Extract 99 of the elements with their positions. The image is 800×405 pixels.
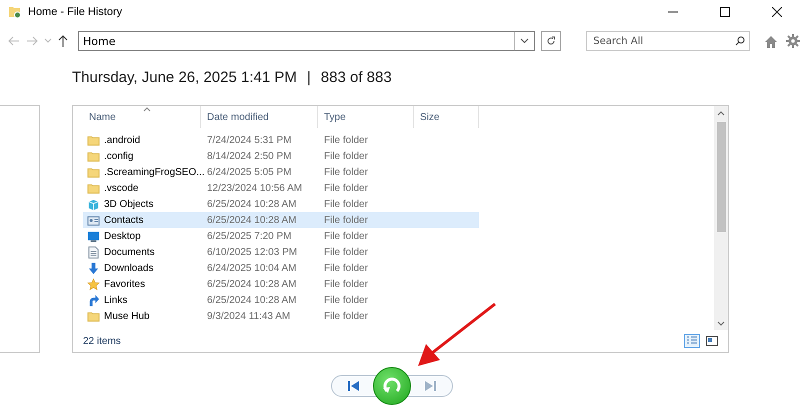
download-arrow-icon [87,262,100,274]
type-cell-text: File folder [323,278,369,290]
type-cell-text: File folder [323,166,369,178]
date-cell-text: 12/23/2024 10:56 AM [206,182,304,194]
file-name: 3D Objects [104,198,154,210]
address-field[interactable]: Home [79,34,514,48]
file-row[interactable]: Documents 6/10/2025 12:03 PM File folder [83,244,479,260]
date-cell-text: 6/25/2024 10:28 AM [206,198,298,210]
snapshot-date: Thursday, June 26, 2025 1:41 PM [72,69,297,86]
settings-button[interactable] [786,34,800,48]
search-box[interactable]: Search All [586,31,750,51]
date-cell-text: 6/25/2024 10:28 AM [206,294,298,306]
file-row[interactable]: Desktop 6/25/2025 7:20 PM File folder [83,228,479,244]
date-cell-text: 8/14/2024 2:50 PM [206,150,293,162]
item-count: 22 items [83,336,121,346]
file-name: .ScreamingFrogSEO... [104,166,205,178]
shortcut-arrow-icon [87,294,100,306]
tiles-icon [706,336,718,346]
refresh-button[interactable] [541,31,562,51]
folder-icon [87,134,100,146]
next-version-button[interactable] [407,375,453,397]
file-row[interactable]: Downloads 6/24/2025 10:04 AM File folder [83,260,479,276]
address-bar[interactable]: Home [78,31,536,51]
date-cell-text: 6/25/2024 10:28 AM [206,278,298,290]
type-cell-text: File folder [323,246,369,258]
skip-back-icon [348,381,360,391]
file-row[interactable]: Favorites 6/25/2024 10:28 AM File folder [83,276,479,292]
date-cell-text: 6/24/2025 10:04 AM [206,262,298,274]
skip-forward-icon [424,381,436,391]
sort-caret-icon [143,107,151,112]
file-row[interactable]: Contacts 6/25/2024 10:28 AM File folder [83,212,479,228]
type-cell-text: File folder [323,310,369,322]
file-name: Contacts [104,214,144,226]
file-name: Muse Hub [104,310,150,322]
maximize-icon [720,7,730,17]
scroll-down-icon[interactable] [717,320,725,326]
file-name: Desktop [104,230,141,242]
refresh-icon [546,36,556,46]
type-cell-text: File folder [323,214,369,226]
folder-icon [87,310,100,322]
contact-card-icon [87,214,100,226]
file-name: Links [104,294,128,306]
up-button[interactable] [58,35,68,47]
separator: | [306,69,311,86]
home-button[interactable] [764,34,778,48]
scrollbar-thumb[interactable] [716,122,726,232]
column-header[interactable]: Type [318,106,414,128]
scroll-up-icon[interactable] [717,110,725,116]
type-cell-text: File folder [323,262,369,274]
forward-arrow-icon [26,36,38,46]
date-cell-text: 6/10/2025 12:03 PM [206,246,298,258]
up-arrow-icon [58,35,68,47]
folder-icon [87,182,100,194]
star-icon [87,278,100,290]
column-header[interactable]: Size [414,106,479,128]
details-view-button[interactable] [684,334,700,348]
desktop-icon [87,230,100,242]
file-row[interactable]: 3D Objects 6/25/2024 10:28 AM File folder [83,196,479,212]
document-icon [87,246,100,258]
scrollbar[interactable] [714,106,728,330]
snapshot-position: 883 of 883 [320,69,392,86]
file-row[interactable]: Muse Hub 9/3/2024 11:43 AM File folder [83,308,479,324]
type-cell-text: File folder [323,150,369,162]
date-cell-text: 6/25/2024 10:28 AM [206,214,298,226]
window-title: Home - File History [28,6,122,18]
caret-icon [520,38,530,44]
previous-version-button[interactable] [331,375,377,397]
file-name: Documents [104,246,155,258]
restore-button[interactable] [373,367,411,405]
date-cell-text: 7/24/2024 5:31 PM [206,134,293,146]
type-cell-text: File folder [323,198,369,210]
tiles-view-button[interactable] [704,334,720,348]
folder-icon [87,150,100,162]
file-row[interactable]: .config 8/14/2024 2:50 PM File folder [83,148,479,164]
caret-icon [44,38,52,44]
type-cell-text: File folder [323,182,369,194]
type-cell-text: File folder [323,294,369,306]
details-list-icon [686,336,698,346]
file-name: Favorites [104,278,146,290]
file-name: .config [104,150,134,162]
column-header[interactable]: Name [83,106,201,128]
date-cell-text: 9/3/2024 11:43 AM [206,310,292,322]
close-icon [772,7,782,17]
type-cell-text: File folder [323,134,369,146]
file-row[interactable]: .ScreamingFrogSEO... 6/24/2025 5:05 PM File folder [83,164,479,180]
back-arrow-icon [8,36,20,46]
file-name: .vscode [104,182,138,194]
column-header[interactable]: Date modified [201,106,318,128]
type-cell-text: File folder [323,230,369,242]
file-row[interactable]: .android 7/24/2024 5:31 PM File folder [83,132,479,148]
file-row[interactable]: Links 6/25/2024 10:28 AM File folder [83,292,479,308]
file-name: .android [104,134,140,146]
cube-icon [87,198,100,210]
home-icon [764,34,778,48]
folder-icon [87,166,100,178]
file-row[interactable]: .vscode 12/23/2024 10:56 AM File folder [83,180,479,196]
file-name: Downloads [104,262,154,274]
search-icon [735,36,745,46]
date-cell-text: 6/25/2025 7:20 PM [206,230,293,242]
